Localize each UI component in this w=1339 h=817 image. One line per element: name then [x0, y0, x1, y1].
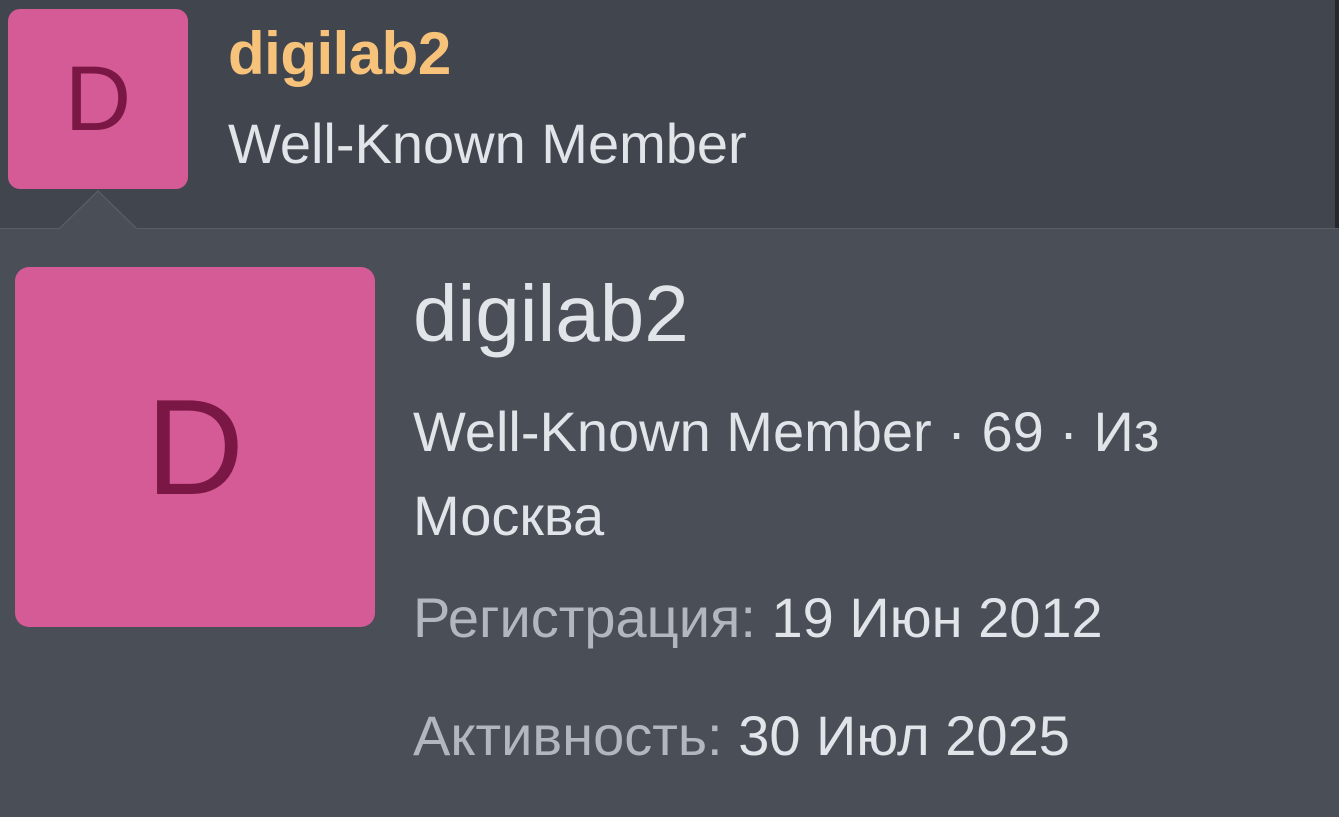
activity-date: 30 Июл 2025 — [738, 704, 1070, 767]
member-title: Well-Known Member — [413, 400, 932, 463]
registration-date: 19 Июн 2012 — [771, 586, 1103, 649]
location-prefix: Из — [1093, 400, 1160, 463]
meta-separator: · — [931, 400, 982, 463]
meta-separator: · — [1043, 400, 1094, 463]
username-link[interactable]: digilab2 — [228, 18, 451, 90]
scrollbar-edge — [1335, 0, 1339, 228]
user-title: Well-Known Member — [228, 112, 747, 175]
member-age: 69 — [981, 400, 1044, 463]
registration-row: Регистрация: 19 Июн 2012 — [413, 584, 1103, 652]
tooltip-arrow-fill — [60, 192, 136, 229]
avatar[interactable]: D — [8, 9, 188, 189]
message-user-header: D digilab2 Well-Known Member — [0, 0, 1335, 228]
member-location-link[interactable]: Москва — [413, 484, 604, 547]
member-username[interactable]: digilab2 — [413, 268, 689, 360]
activity-label: Активность: — [413, 704, 723, 767]
registration-label: Регистрация: — [413, 586, 756, 649]
member-meta: Well-Known Member · 69 · Из Москва — [413, 390, 1273, 558]
member-avatar[interactable]: D — [15, 267, 375, 627]
activity-row: Активность: 30 Июл 2025 — [413, 702, 1070, 770]
